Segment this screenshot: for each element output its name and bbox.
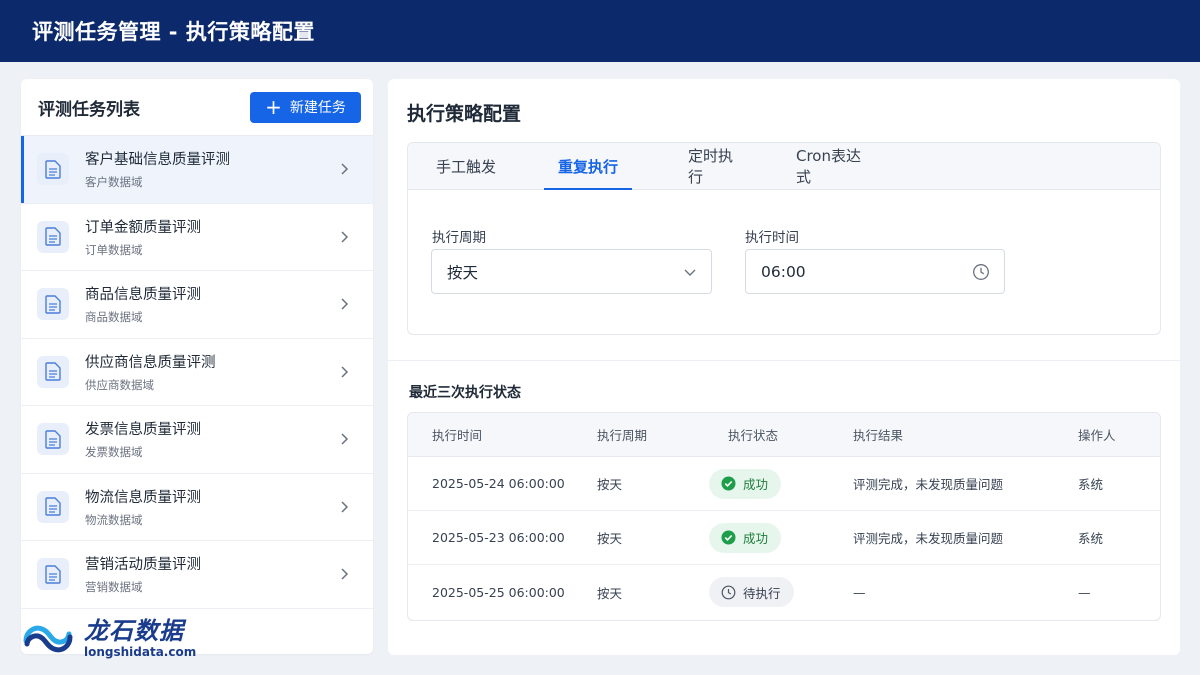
status-text: 待执行 [743,585,781,601]
execution-status-cell: 成功 [709,457,782,510]
operator-cell: — [1078,584,1091,600]
chevron-right-icon [341,568,349,580]
column-header: 执行周期 [597,428,648,443]
document-icon [37,220,69,253]
document-icon [37,490,69,523]
strategy-tabs: 手工触发 重复执行 定时执行 Cron表达式 [408,143,1160,190]
column-header: 执行结果 [853,428,904,443]
task-domain: 营销数据域 [85,580,143,595]
execution-period-cell: 按天 [597,531,623,546]
chevron-right-icon [341,298,349,310]
tab-cron-expression[interactable]: Cron表达式 [784,143,884,189]
logo-mark-icon [23,625,73,652]
column-header: 执行时间 [432,428,483,443]
execution-period-cell: 按天 [597,585,623,601]
table-row: 2025-05-23 06:00:00 按天 成功 评测完成，未发现质量问题 系… [408,511,1160,565]
section-title: 执行策略配置 [407,103,522,125]
document-icon [37,558,69,591]
time-value: 06:00 [761,262,806,281]
task-domain: 商品数据域 [85,310,143,325]
execution-result-cell: 评测完成，未发现质量问题 [853,477,1004,492]
status-badge: 待执行 [709,577,794,607]
task-list-panel: 评测任务列表 + 新建任务 客户基础信息质量评测 客户数据域 订单金额质量评测 … [21,79,373,654]
status-text: 成功 [743,531,769,546]
logo-name-cn: 龙石数据 [84,617,184,645]
task-name: 发票信息质量评测 [85,422,201,439]
execution-time-cell: 2025-05-23 06:00:00 [432,530,565,545]
strategy-card: 手工触发 重复执行 定时执行 Cron表达式 执行周期 按天 执行时间 06:0… [407,142,1161,335]
brand-logo: 龙石数据 longshidata.com [20,618,196,659]
strategy-panel: 执行策略配置 手工触发 重复执行 定时执行 Cron表达式 执行周期 按天 执行… [388,79,1180,655]
table-header-row: 执行时间 执行周期 执行状态 执行结果 操作人 [408,413,1160,457]
status-text: 成功 [743,477,769,492]
task-name: 供应商信息质量评测 [85,354,216,371]
task-domain: 订单数据域 [85,242,143,257]
document-icon [37,288,69,321]
task-list-header: 评测任务列表 + 新建任务 [21,79,373,136]
task-item[interactable]: 供应商信息质量评测 供应商数据域 [21,339,373,406]
page-header-title: 评测任务管理 - 执行策略配置 [32,20,315,44]
document-icon [37,355,69,388]
task-name: 商品信息质量评测 [85,287,201,304]
chevron-right-icon [341,231,349,243]
task-item[interactable]: 客户基础信息质量评测 客户数据域 [21,136,373,204]
table-row: 2025-05-24 06:00:00 按天 成功 评测完成，未发现质量问题 系… [408,457,1160,511]
logo-domain: longshidata.com [84,645,197,659]
task-name: 物流信息质量评测 [85,489,201,506]
period-select[interactable]: 按天 [431,249,712,294]
task-domain: 物流数据域 [85,512,143,527]
task-domain: 客户数据域 [85,175,143,190]
new-task-button-label: 新建任务 [289,100,346,116]
operator-cell: 系统 [1078,477,1104,492]
app-header: 评测任务管理 - 执行策略配置 [0,0,1200,62]
column-header: 操作人 [1078,428,1116,443]
task-domain: 供应商数据域 [85,377,154,392]
tab-manual-trigger[interactable]: 手工触发 [414,143,518,189]
execution-status-cell: 成功 [709,511,782,564]
period-value: 按天 [447,263,479,282]
execution-result-cell: 评测完成，未发现质量问题 [853,531,1004,546]
chevron-right-icon [341,433,349,445]
column-header: 执行状态 [728,428,779,443]
operator-cell: 系统 [1078,531,1104,546]
document-icon [37,153,69,186]
task-item[interactable]: 商品信息质量评测 商品数据域 [21,271,373,339]
chevron-right-icon [341,366,349,378]
task-item[interactable]: 订单金额质量评测 订单数据域 [21,204,373,271]
clock-icon [973,263,989,280]
new-task-button[interactable]: + 新建任务 [250,91,361,123]
table-row: 2025-05-25 06:00:00 按天 待执行 — — [408,565,1160,619]
check-circle-icon [721,476,736,491]
tab-scheduled-execution[interactable]: 定时执行 [676,143,758,189]
task-list-title: 评测任务列表 [38,99,140,120]
task-name: 订单金额质量评测 [85,219,201,236]
task-item[interactable]: 营销活动质量评测 营销数据域 [21,541,373,609]
recent-execution-table: 执行时间 执行周期 执行状态 执行结果 操作人 2025-05-24 06:00… [407,412,1161,621]
tab-repeat-execution[interactable]: 重复执行 [544,143,632,190]
period-label: 执行周期 [432,230,486,246]
recent-status-title: 最近三次执行状态 [409,385,521,401]
execution-time-cell: 2025-05-24 06:00:00 [432,476,565,491]
chevron-right-icon [341,501,349,513]
task-name: 营销活动质量评测 [85,557,201,574]
task-item[interactable]: 发票信息质量评测 发票数据域 [21,406,373,474]
status-badge: 成功 [709,522,782,553]
document-icon [37,423,69,456]
execution-result-cell: — [853,584,866,600]
section-divider [388,360,1180,361]
execution-time-cell: 2025-05-25 06:00:00 [432,584,565,600]
execution-status-cell: 待执行 [709,565,794,619]
execution-period-cell: 按天 [597,477,623,492]
clock-icon [721,585,736,599]
time-picker[interactable]: 06:00 [745,249,1005,294]
chevron-right-icon [341,163,349,175]
task-domain: 发票数据域 [85,445,143,460]
status-badge: 成功 [709,468,782,499]
plus-icon: + [265,95,282,119]
chevron-down-icon [684,269,696,276]
task-name: 客户基础信息质量评测 [85,152,230,169]
check-circle-icon [721,530,736,545]
time-label: 执行时间 [745,230,799,246]
task-item[interactable]: 物流信息质量评测 物流数据域 [21,474,373,541]
